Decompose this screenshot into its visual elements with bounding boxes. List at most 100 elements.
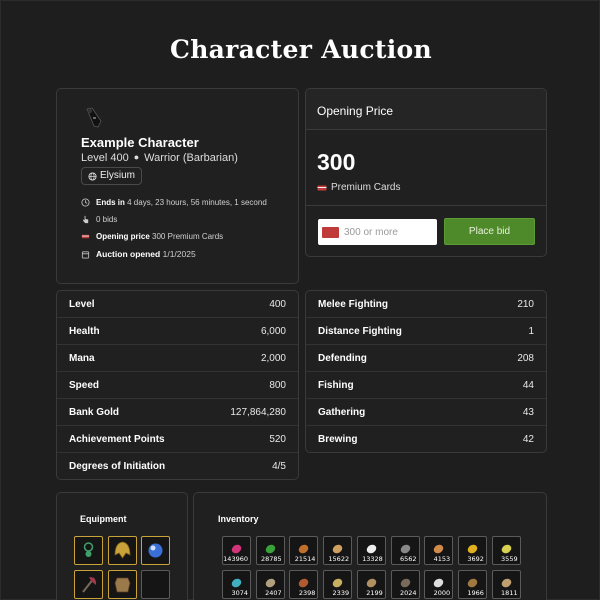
character-vocation: Warrior (Barbarian) [144,152,238,164]
stat-row: Bank Gold 127,864,280 [57,399,298,426]
price-unit: Premium Cards [331,182,401,193]
skill-value: 44 [522,379,534,391]
pointer-hand-icon [83,215,89,224]
inventory-slot[interactable]: 21514 [289,536,319,565]
inventory-slot[interactable]: 6562 [390,536,420,565]
item-count: 13328 [362,555,383,563]
inventory-slot[interactable]: 4153 [424,536,454,565]
equipment-slot[interactable] [141,536,170,565]
stat-row: Speed 800 [57,372,298,399]
stat-label: Degrees of Initiation [69,461,166,472]
stat-value: 6,000 [260,325,286,337]
item-count: 3074 [231,589,248,597]
item-count: 4153 [433,555,451,563]
stat-value: 127,864,280 [230,406,286,418]
orb-icon [148,543,163,558]
inventory-slot[interactable]: 15622 [323,536,353,565]
item-count: 6562 [399,555,417,563]
inventory-slot[interactable]: 1966 [457,570,487,599]
item-count: 2024 [399,589,417,597]
inventory-slot[interactable]: 1811 [491,570,521,599]
bid-amount-input[interactable]: 300 or more [318,219,437,245]
skill-row: Brewing 42 [306,426,546,452]
bids-count: 0 bids [96,215,118,224]
inventory-slot[interactable]: 2024 [390,570,420,599]
calendar-icon [81,250,90,259]
stat-label: Mana [69,352,95,364]
auction-opened-label: Auction opened [96,249,161,259]
stat-row: Level 400 [57,291,298,318]
equipment-slot[interactable] [74,570,103,599]
helmet-icon [114,541,131,559]
inventory-slot[interactable]: 28785 [255,536,285,565]
place-bid-button[interactable]: Place bid [444,218,535,245]
globe-icon [88,171,97,181]
axe-icon [82,577,97,593]
equipment-slot[interactable] [141,570,170,599]
stat-label: Achievement Points [69,433,165,445]
inventory-slot[interactable]: 3074 [222,570,251,599]
premium-card-icon [317,185,327,190]
opening-price-card: Opening Price 300 Premium Cards 300 or m… [305,88,547,257]
item-count: 2339 [332,589,350,597]
stat-value: 800 [269,379,286,391]
stat-label: Bank Gold [69,406,120,418]
skill-label: Brewing [318,434,358,445]
character-name: Example Character [81,135,199,150]
inventory-slot[interactable]: 2000 [424,570,454,599]
equipment-panel: Equipment [56,492,188,600]
ends-value: 4 days, 23 hours, 56 minutes, 1 second [127,198,267,207]
skill-value: 1 [528,325,534,337]
ends-label: Ends in [96,198,125,207]
inventory-slot[interactable]: 2199 [356,570,386,599]
inventory-slot[interactable]: 2398 [289,570,319,599]
item-count: 1811 [501,589,518,597]
inventory-slot[interactable]: 13328 [356,536,386,565]
page-title: Character Auction [170,35,432,64]
inventory-slot[interactable]: 2407 [255,570,285,599]
premium-card-icon [81,234,90,239]
auction-opened-row: Auction opened 1/1/2025 [81,249,196,259]
stat-value: 400 [269,298,286,310]
item-count: 143960 [223,555,248,563]
opening-price-row: Opening price 300 Premium Cards [81,232,223,241]
auction-ends-row: Ends in 4 days, 23 hours, 56 minutes, 1 … [81,198,267,207]
armor-icon [114,577,131,593]
equipment-slot[interactable] [108,570,137,599]
world-badge[interactable]: Elysium [81,167,143,185]
inventory-slot[interactable]: 3559 [491,536,521,565]
opening-price-value: 300 Premium Cards [152,232,224,241]
opening-price-amount: 300 [317,149,356,175]
skill-value: 42 [522,434,534,445]
empty-slot [142,571,169,598]
skill-row: Gathering 43 [306,399,546,426]
item-count: 1966 [467,589,484,597]
inventory-slot[interactable]: 2339 [323,570,353,599]
skill-row: Defending 208 [306,345,546,372]
opening-price-label: Opening price [96,232,150,241]
skills-table: Melee Fighting 210 Distance Fighting 1 Def… [305,290,547,453]
stat-value: 520 [269,433,286,445]
item-count: 2199 [366,589,383,597]
opening-price-header: Opening Price [306,89,546,130]
skill-row: Fishing 44 [306,372,546,399]
equipment-slot[interactable] [108,536,137,565]
skill-label: Gathering [318,406,366,418]
skill-label: Defending [318,352,367,364]
auction-opened-value: 1/1/2025 [162,249,196,259]
stat-label: Health [69,325,100,337]
world-name: Elysium [100,170,136,181]
character-card: Example Character Level 400 ● Warrior (Bar… [56,88,299,284]
divider [306,205,546,206]
item-count: 2000 [433,589,451,597]
equipment-slot[interactable] [74,536,103,565]
inventory-title: Inventory [218,514,259,524]
stat-row: Mana 2,000 [57,345,298,372]
character-outfit-icon [86,107,102,128]
amulet-icon [83,542,94,557]
inventory-slot[interactable]: 143960 [222,536,251,565]
skill-row: Melee Fighting 210 [306,291,546,318]
skill-row: Distance Fighting 1 [306,318,546,345]
inventory-slot[interactable]: 3692 [457,536,487,565]
character-stats-table: Level 400 Health 6,000 Mana 2,000 Speed 800 … [56,290,299,480]
